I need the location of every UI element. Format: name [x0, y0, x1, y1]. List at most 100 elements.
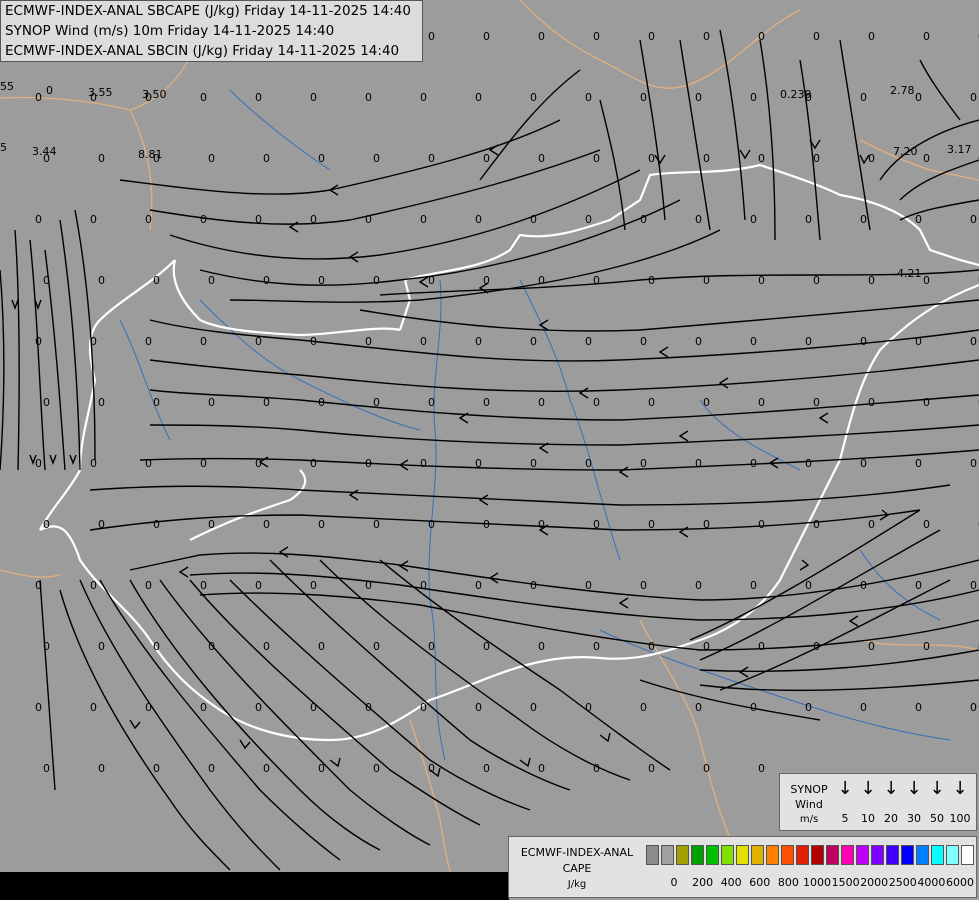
value-label-zero: 0	[263, 518, 270, 531]
value-label-zero: 0	[475, 91, 482, 104]
cape-color-swatch	[856, 845, 869, 865]
cape-color-swatch	[676, 845, 689, 865]
value-label-zero: 0	[365, 91, 372, 104]
value-label-zero: 0	[373, 152, 380, 165]
value-label-zero: 0	[153, 762, 160, 775]
value-label-zero: 0	[915, 213, 922, 226]
value-label-zero: 0	[475, 213, 482, 226]
cape-tick-label: 200	[692, 876, 714, 889]
value-label-zero: 0	[640, 213, 647, 226]
header-line-2: SYNOP Wind (m/s) 10m Friday 14-11-2025 1…	[5, 23, 335, 39]
value-label-zero: 0	[98, 762, 105, 775]
value-label-zero: 0	[640, 579, 647, 592]
value-label-zero: 0	[420, 579, 427, 592]
wind-legend-value: 20	[884, 812, 898, 825]
cape-tick-label: 400	[720, 876, 742, 889]
no-data-strip	[0, 872, 509, 900]
value-label-zero: 0	[428, 762, 435, 775]
value-label-zero: 0	[35, 579, 42, 592]
value-label-zero: 0	[35, 701, 42, 714]
map-canvas: 0 3.55 3.50 3.44 8.81 0.239 2.78 7.20 3.…	[0, 0, 979, 900]
value-label-zero: 0	[915, 91, 922, 104]
value-label-zero: 0	[365, 457, 372, 470]
value-label-zero: 0	[813, 274, 820, 287]
cape-tick-label: 1000	[803, 876, 831, 889]
value-label-zero: 0	[43, 640, 50, 653]
wind-legend-value: 50	[930, 812, 944, 825]
value-label-zero: 0	[585, 335, 592, 348]
value-label-zero: 0	[373, 274, 380, 287]
value-label-zero: 0	[585, 213, 592, 226]
value-label-zero: 0	[208, 152, 215, 165]
value-label-zero: 0	[805, 91, 812, 104]
value-label-zero: 0	[538, 762, 545, 775]
cape-color-swatch	[661, 845, 674, 865]
value-label-zero: 0	[255, 701, 262, 714]
value-label-zero: 0	[483, 762, 490, 775]
value-label-zero: 0	[695, 457, 702, 470]
value-label-zero: 0	[703, 518, 710, 531]
value-label-zero: 0	[43, 518, 50, 531]
value-label-zero: 0	[475, 335, 482, 348]
value-label-zero: 0	[868, 30, 875, 43]
value-label-zero: 0	[310, 335, 317, 348]
value-label-zero: 0	[208, 762, 215, 775]
value-label-zero: 0	[145, 335, 152, 348]
value-label-zero: 0	[805, 701, 812, 714]
value-label-zero: 0	[373, 518, 380, 531]
value-label-zero: 0	[43, 396, 50, 409]
value-label-zero: 0	[860, 335, 867, 348]
value-label-zero: 0	[98, 152, 105, 165]
wind-arrow-icon: ↓	[906, 778, 922, 799]
cape-color-swatch	[646, 845, 659, 865]
cape-color-swatch	[886, 845, 899, 865]
map-stage: 0 3.55 3.50 3.44 8.81 0.239 2.78 7.20 3.…	[0, 0, 979, 900]
value-labels: 0 3.55 3.50 3.44 8.81 0.239 2.78 7.20 3.…	[0, 80, 972, 280]
value-label-zero: 0	[43, 274, 50, 287]
cape-legend-title: ECMWF-INDEX-ANAL CAPE J/kg	[520, 846, 634, 890]
value-label-zero: 0	[90, 701, 97, 714]
value-label-zero: 0	[90, 457, 97, 470]
value-label-zero: 0	[263, 396, 270, 409]
value-label-zero: 0	[915, 579, 922, 592]
wind-legend: SYNOP Wind m/s ↓ 5 ↓ 10 ↓ 20 ↓ 30 ↓ 50 ↓ 100	[779, 773, 977, 831]
value-label-zero: 0	[310, 91, 317, 104]
value-label-zero: 0	[758, 396, 765, 409]
value-label-zero: 0	[585, 701, 592, 714]
value-label-zero: 0	[695, 91, 702, 104]
cape-color-swatch	[781, 845, 794, 865]
value-label-zero: 0	[593, 396, 600, 409]
value-label-zero: 0	[868, 640, 875, 653]
value-label-zero: 0	[263, 762, 270, 775]
value-label-zero: 0	[145, 579, 152, 592]
cape-color-swatch	[706, 845, 719, 865]
value-label-zero: 0	[153, 274, 160, 287]
value-label-zero: 0	[758, 30, 765, 43]
value-label-zero: 0	[263, 152, 270, 165]
wind-legend-cell: ↓ 20	[880, 778, 902, 826]
value-label-zero: 0	[915, 701, 922, 714]
value-label-zero: 0	[585, 457, 592, 470]
cape-color-swatch	[766, 845, 779, 865]
value-label-zero: 0	[750, 213, 757, 226]
cape-color-swatch	[811, 845, 824, 865]
value-label-zero: 0	[35, 335, 42, 348]
cape-color-swatch	[751, 845, 764, 865]
value-label-zero: 0	[923, 152, 930, 165]
value-label-zero: 0	[805, 335, 812, 348]
wind-arrow-icon: ↓	[883, 778, 899, 799]
value-label-zero: 0	[923, 274, 930, 287]
value-label-zero: 0	[35, 457, 42, 470]
cape-legend: ECMWF-INDEX-ANAL CAPE J/kg 0 200 400 600 800…	[508, 836, 977, 898]
value-label-zero: 0	[318, 152, 325, 165]
value-label-zero: 0	[475, 457, 482, 470]
value-label-zero: 0	[585, 579, 592, 592]
wind-arrow-icon: ↓	[837, 778, 853, 799]
value-label-zero: 0	[208, 396, 215, 409]
value-label-zero: 0	[868, 518, 875, 531]
value-label-zero: 0	[310, 579, 317, 592]
value-label: 2.78	[890, 84, 915, 97]
value-label-zero: 0	[365, 213, 372, 226]
value-label-zero: 0	[970, 457, 977, 470]
value-label-zero: 0	[695, 701, 702, 714]
